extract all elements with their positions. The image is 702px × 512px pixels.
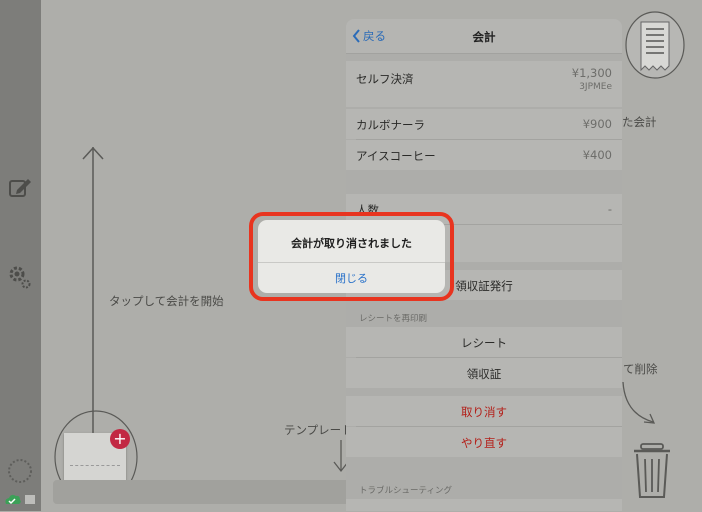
add-bill-button[interactable]: + (110, 429, 130, 449)
edit-icon[interactable] (7, 175, 33, 201)
item-name: カルボナーラ (356, 118, 425, 132)
hint-delete: て削除 (623, 362, 658, 376)
cancel-bill-button[interactable]: 取り消す (346, 396, 622, 426)
close-button[interactable]: 閉じる (258, 270, 445, 286)
alert-dialog: 会計が取り消されました 閉じる (258, 220, 445, 293)
self-checkout-label: セルフ決済 (356, 72, 414, 86)
sidebar (0, 0, 41, 511)
reprint-section-label: レシートを再印刷 (359, 314, 428, 324)
list-item[interactable]: アイスコーヒー ¥400 (346, 140, 622, 170)
redo-bill-label: やり直す (461, 436, 507, 450)
popover-header: 戻る 会計 (346, 19, 622, 54)
reprint-receipt-label: レシート (461, 336, 507, 350)
people-value: - (607, 202, 612, 216)
curved-arrow-icon (622, 381, 656, 424)
list-item[interactable]: カルボナーラ ¥900 (346, 109, 622, 139)
up-arrow-icon (82, 146, 104, 443)
item-price: ¥400 (582, 148, 612, 162)
cancel-bill-label: 取り消す (461, 405, 507, 419)
hint-template: テンプレート (284, 423, 353, 437)
redo-bill-button[interactable]: やり直す (346, 427, 622, 457)
trash-icon[interactable] (632, 443, 672, 499)
spinner-icon (7, 458, 33, 484)
reprint-invoice-button[interactable]: 領収証 (346, 358, 622, 388)
reprint-receipt-button[interactable]: レシート (346, 327, 622, 357)
self-checkout-amount: ¥1,300 (571, 66, 612, 80)
receipt-icon[interactable] (625, 10, 686, 80)
reprint-invoice-label: 領収証 (466, 367, 502, 381)
troubleshooting-label: トラブルシューティング (359, 486, 452, 496)
divider (258, 262, 445, 263)
self-checkout-code: 3JPMEe (579, 82, 612, 92)
template-strip (53, 480, 353, 504)
cloud-icon (3, 490, 37, 508)
alert-message: 会計が取り消されました (291, 237, 412, 250)
item-price: ¥900 (582, 117, 612, 131)
self-checkout-row[interactable]: セルフ決済 ¥1,300 3JPMEe (346, 61, 622, 107)
item-name: アイスコーヒー (356, 149, 436, 163)
troubleshooting-row[interactable] (346, 499, 622, 511)
settings-icon[interactable] (7, 264, 33, 290)
hint-receipt: た会計 (622, 115, 657, 129)
hint-tap-to-start: タップして会計を開始 (109, 294, 224, 308)
popover-title: 会計 (472, 30, 496, 44)
